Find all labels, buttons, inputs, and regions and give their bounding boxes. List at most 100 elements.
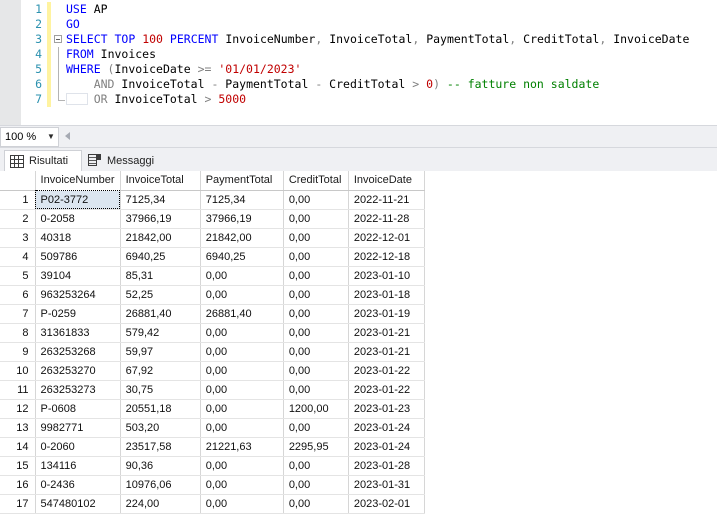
cell-paymenttotal[interactable]: 0,00: [200, 418, 284, 438]
cell-invoicenumber[interactable]: 0-2060: [35, 437, 121, 457]
cell-credittotal[interactable]: 0,00: [283, 304, 349, 324]
cell-invoicedate[interactable]: 2023-01-24: [348, 418, 426, 438]
cell-invoicetotal[interactable]: 503,20: [120, 418, 201, 438]
cell-invoicetotal[interactable]: 20551,18: [120, 399, 201, 419]
column-header-invoicenumber[interactable]: InvoiceNumber: [35, 171, 121, 191]
cell-credittotal[interactable]: 0,00: [283, 418, 349, 438]
cell-invoicedate[interactable]: 2023-01-23: [348, 399, 426, 419]
row-number-header[interactable]: 12: [0, 399, 36, 419]
table-row[interactable]: 8 31361833 579,42 0,00 0,00 2023-01-21: [0, 323, 426, 343]
cell-invoicenumber[interactable]: 9982771: [35, 418, 121, 438]
row-number-header[interactable]: 16: [0, 475, 36, 495]
cell-invoicetotal[interactable]: 67,92: [120, 361, 201, 381]
cell-invoicenumber[interactable]: 547480102: [35, 494, 121, 514]
cell-credittotal[interactable]: 0,00: [283, 266, 349, 286]
cell-paymenttotal[interactable]: 7125,34: [200, 190, 284, 210]
cell-credittotal[interactable]: 0,00: [283, 380, 349, 400]
outlining-margin[interactable]: [53, 62, 66, 77]
row-number-header[interactable]: 1: [0, 190, 36, 210]
cell-paymenttotal[interactable]: 37966,19: [200, 209, 284, 229]
cell-credittotal[interactable]: 0,00: [283, 247, 349, 267]
cell-invoicetotal[interactable]: 6940,25: [120, 247, 201, 267]
code-line-4[interactable]: 4 FROM Invoices: [21, 47, 717, 62]
results-grid[interactable]: InvoiceNumber InvoiceTotal PaymentTotal …: [0, 171, 717, 531]
table-row[interactable]: 7 P-0259 26881,40 26881,40 0,00 2023-01-19: [0, 304, 426, 324]
table-row[interactable]: 2 0-2058 37966,19 37966,19 0,00 2022-11-28: [0, 209, 426, 229]
row-number-header[interactable]: 9: [0, 342, 36, 362]
table-row[interactable]: 11 263253273 30,75 0,00 0,00 2023-01-22: [0, 380, 426, 400]
row-number-header[interactable]: 7: [0, 304, 36, 324]
cell-invoicetotal[interactable]: 30,75: [120, 380, 201, 400]
splitter-bar[interactable]: [73, 126, 717, 147]
chevron-down-icon[interactable]: ▼: [44, 133, 58, 141]
cell-invoicedate[interactable]: 2023-01-22: [348, 380, 426, 400]
row-number-header[interactable]: 5: [0, 266, 36, 286]
cell-credittotal[interactable]: 0,00: [283, 361, 349, 381]
row-number-header[interactable]: 11: [0, 380, 36, 400]
cell-invoicedate[interactable]: 2022-12-18: [348, 247, 426, 267]
cell-paymenttotal[interactable]: 21221,63: [200, 437, 284, 457]
code-line-5[interactable]: 5 WHERE (InvoiceDate >= '01/01/2023': [21, 62, 717, 77]
table-row[interactable]: 3 40318 21842,00 21842,00 0,00 2022-12-01: [0, 228, 426, 248]
cell-invoicenumber[interactable]: 263253268: [35, 342, 121, 362]
row-number-header[interactable]: 3: [0, 228, 36, 248]
table-row[interactable]: 16 0-2436 10976,06 0,00 0,00 2023-01-31: [0, 475, 426, 495]
cell-invoicetotal[interactable]: 23517,58: [120, 437, 201, 457]
cell-invoicetotal[interactable]: 90,36: [120, 456, 201, 476]
cell-invoicetotal[interactable]: 85,31: [120, 266, 201, 286]
tab-messaggi[interactable]: Messaggi: [83, 150, 167, 171]
outlining-margin[interactable]: [53, 32, 66, 47]
cell-invoicedate[interactable]: 2023-01-10: [348, 266, 426, 286]
cell-invoicedate[interactable]: 2023-01-19: [348, 304, 426, 324]
row-number-header[interactable]: 4: [0, 247, 36, 267]
cell-paymenttotal[interactable]: 21842,00: [200, 228, 284, 248]
cell-invoicetotal[interactable]: 10976,06: [120, 475, 201, 495]
splitter-collapse-arrow-icon[interactable]: [65, 132, 70, 140]
outlining-margin[interactable]: [53, 17, 66, 32]
cell-paymenttotal[interactable]: 0,00: [200, 266, 284, 286]
cell-invoicenumber[interactable]: 134116: [35, 456, 121, 476]
column-header-credittotal[interactable]: CreditTotal: [283, 171, 349, 191]
cell-paymenttotal[interactable]: 26881,40: [200, 304, 284, 324]
table-row[interactable]: 10 263253270 67,92 0,00 0,00 2023-01-22: [0, 361, 426, 381]
cell-invoicenumber[interactable]: 40318: [35, 228, 121, 248]
cell-paymenttotal[interactable]: 0,00: [200, 342, 284, 362]
cell-invoicenumber[interactable]: 509786: [35, 247, 121, 267]
cell-invoicedate[interactable]: 2023-01-21: [348, 342, 426, 362]
cell-paymenttotal[interactable]: 6940,25: [200, 247, 284, 267]
cell-invoicenumber[interactable]: 0-2058: [35, 209, 121, 229]
cell-credittotal[interactable]: 1200,00: [283, 399, 349, 419]
column-header-invoicedate[interactable]: InvoiceDate: [348, 171, 426, 191]
collapse-minus-icon[interactable]: [54, 35, 62, 43]
outlining-margin[interactable]: [53, 2, 66, 17]
cell-invoicetotal[interactable]: 224,00: [120, 494, 201, 514]
cell-invoicenumber[interactable]: 31361833: [35, 323, 121, 343]
code-line-7[interactable]: 7 OR InvoiceTotal > 5000: [21, 92, 717, 107]
cell-paymenttotal[interactable]: 0,00: [200, 323, 284, 343]
code-line-3[interactable]: 3 SELECT TOP 100 PERCENT InvoiceNumber, I…: [21, 32, 717, 47]
outlining-margin[interactable]: [53, 77, 66, 92]
outlining-margin[interactable]: [53, 47, 66, 62]
table-row[interactable]: 12 P-0608 20551,18 0,00 1200,00 2023-01-23: [0, 399, 426, 419]
cell-invoicedate[interactable]: 2022-11-21: [348, 190, 426, 210]
column-header-invoicetotal[interactable]: InvoiceTotal: [120, 171, 201, 191]
cell-invoicetotal[interactable]: 37966,19: [120, 209, 201, 229]
cell-credittotal[interactable]: 0,00: [283, 323, 349, 343]
cell-invoicenumber[interactable]: P-0608: [35, 399, 121, 419]
code-line-2[interactable]: 2 GO: [21, 17, 717, 32]
sql-code-editor[interactable]: 1 USE AP 2 GO 3 SELECT TOP 100 PERCENT Invoic…: [0, 0, 717, 125]
cell-credittotal[interactable]: 0,00: [283, 285, 349, 305]
column-header-paymenttotal[interactable]: PaymentTotal: [200, 171, 284, 191]
cell-invoicedate[interactable]: 2023-01-24: [348, 437, 426, 457]
cell-paymenttotal[interactable]: 0,00: [200, 380, 284, 400]
cell-credittotal[interactable]: 0,00: [283, 342, 349, 362]
code-line-1[interactable]: 1 USE AP: [21, 2, 717, 17]
cell-invoicedate[interactable]: 2022-11-28: [348, 209, 426, 229]
cell-credittotal[interactable]: 0,00: [283, 228, 349, 248]
cell-invoicenumber[interactable]: P02-3772: [35, 190, 121, 210]
row-number-header[interactable]: 15: [0, 456, 36, 476]
cell-invoicetotal[interactable]: 26881,40: [120, 304, 201, 324]
cell-invoicedate[interactable]: 2022-12-01: [348, 228, 426, 248]
zoom-level-combobox[interactable]: 100 % ▼: [0, 127, 59, 147]
cell-invoicetotal[interactable]: 52,25: [120, 285, 201, 305]
